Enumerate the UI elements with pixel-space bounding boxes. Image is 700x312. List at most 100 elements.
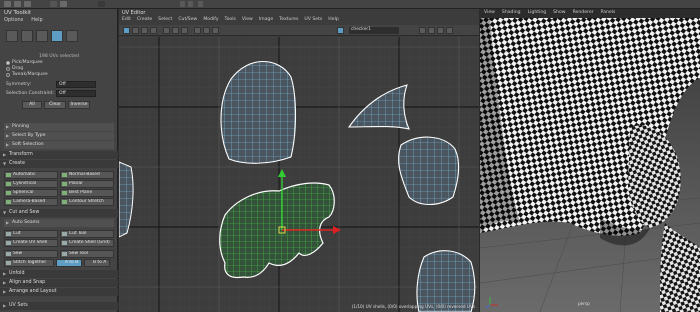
texture-toggle-icon[interactable] bbox=[337, 27, 344, 34]
menu-modify[interactable]: Modify bbox=[203, 17, 218, 22]
toolbar-icon[interactable] bbox=[437, 27, 444, 34]
b-to-a-button[interactable]: B to A bbox=[84, 259, 110, 267]
toolbar-icon[interactable] bbox=[212, 27, 219, 34]
menu-shading[interactable]: Shading bbox=[502, 10, 521, 15]
toolbar-icon[interactable] bbox=[163, 27, 170, 34]
select-inverse-button[interactable]: Inverse bbox=[68, 101, 90, 109]
toolbar-icon[interactable] bbox=[4, 1, 11, 7]
uv-toolkit-panel: UV Toolkit Options Help 198 UVs selected… bbox=[0, 9, 118, 312]
menu-textures[interactable]: Textures bbox=[279, 17, 298, 22]
tweak-marquee-radio[interactable]: Tweak/Marquee bbox=[6, 72, 48, 77]
toolbar-icon[interactable] bbox=[98, 1, 105, 7]
drag-radio[interactable]: Drag bbox=[6, 66, 23, 71]
transform-section[interactable]: ▶ Transform bbox=[0, 151, 118, 159]
menu-options[interactable]: Options bbox=[4, 17, 23, 23]
sew-button[interactable]: Sew bbox=[4, 250, 58, 258]
toolbar-icon[interactable] bbox=[194, 27, 201, 34]
toolbar-icon[interactable] bbox=[446, 27, 453, 34]
constraint-label: Selection Constraint: bbox=[6, 91, 54, 96]
toolbar-icon[interactable] bbox=[181, 27, 188, 34]
toolbar-icon[interactable] bbox=[180, 1, 185, 7]
face-mode-icon[interactable] bbox=[36, 30, 48, 42]
panel-title: UV Toolkit bbox=[4, 10, 32, 16]
select-by-type-subsection[interactable]: ▶ Select By Type bbox=[4, 132, 114, 140]
menu-view[interactable]: View bbox=[484, 10, 495, 15]
automatic-button[interactable]: Automatic bbox=[4, 171, 58, 179]
toolbar-icon[interactable] bbox=[203, 27, 210, 34]
arrange-and-layout-section[interactable]: ▶ Arrange and Layout bbox=[0, 288, 118, 296]
select-clear-button[interactable]: Clear bbox=[44, 101, 66, 109]
toolbar-icon[interactable] bbox=[141, 27, 148, 34]
viewport-svg[interactable] bbox=[480, 18, 700, 312]
menu-create[interactable]: Create bbox=[137, 17, 152, 22]
symmetry-dropdown[interactable]: Off bbox=[56, 81, 96, 88]
create-shell-grid-button[interactable]: Create Shell (Grid) bbox=[60, 239, 114, 247]
auto-seams-subsection[interactable]: ▶ Auto Seams bbox=[4, 219, 114, 227]
cylindrical-button[interactable]: Cylindrical bbox=[4, 180, 58, 188]
uv-shell[interactable] bbox=[220, 60, 297, 164]
create-section[interactable]: ▼ Create bbox=[0, 160, 118, 168]
toolbar-icon[interactable] bbox=[428, 27, 435, 34]
uv-mode-icon[interactable] bbox=[51, 30, 63, 42]
toolbar-icon[interactable] bbox=[50, 1, 57, 7]
toolbar-icon[interactable] bbox=[60, 1, 67, 7]
toolbar-icon[interactable] bbox=[198, 1, 203, 7]
toolbar-icon[interactable] bbox=[24, 1, 31, 7]
viewport-canvas[interactable]: persp bbox=[480, 18, 700, 312]
pick-marquee-radio[interactable]: Pick/Marquee bbox=[6, 60, 43, 65]
menu-panels[interactable]: Panels bbox=[601, 10, 616, 15]
menu-tools[interactable]: Tools bbox=[225, 17, 236, 22]
cut-and-sew-section[interactable]: ▼ Cut and Sew bbox=[0, 209, 118, 217]
soft-selection-subsection[interactable]: ▶ Soft Selection bbox=[4, 141, 114, 149]
menu-show[interactable]: Show bbox=[553, 10, 565, 15]
toolbar-icon[interactable] bbox=[123, 27, 130, 34]
uv-selected-count: 198 UVs selected bbox=[39, 54, 79, 59]
toolbar-icon[interactable] bbox=[188, 1, 193, 7]
toolbar-icon[interactable] bbox=[419, 27, 426, 34]
uv-editor-title: UV Editor bbox=[122, 10, 146, 16]
uv-editor-menubar: Edit Create Select Cut/Sew Modify Tools … bbox=[122, 17, 339, 22]
menu-help[interactable]: Help bbox=[328, 17, 338, 22]
toolbar-icon[interactable] bbox=[14, 1, 21, 7]
menu-edit[interactable]: Edit bbox=[122, 17, 131, 22]
menu-select[interactable]: Select bbox=[158, 17, 172, 22]
align-and-snap-section[interactable]: ▶ Align and Snap bbox=[0, 279, 118, 287]
planar-button[interactable]: Planar bbox=[60, 180, 114, 188]
menu-uv-sets[interactable]: UV Sets bbox=[304, 17, 322, 22]
unfold-section[interactable]: ▶ Unfold bbox=[0, 270, 118, 278]
camera-based-button[interactable]: Camera-Based bbox=[4, 198, 58, 206]
select-all-button[interactable]: All bbox=[22, 101, 42, 109]
menu-renderer[interactable]: Renderer bbox=[573, 10, 594, 15]
stitch-together-button[interactable]: Stitch Together bbox=[4, 259, 54, 267]
uv-sets-section[interactable]: ▶ UV Sets bbox=[0, 302, 118, 310]
toolbar-icon[interactable] bbox=[150, 27, 157, 34]
create-uv-shell-button[interactable]: Create UV Shell bbox=[4, 239, 58, 247]
spherical-button[interactable]: Spherical bbox=[4, 189, 58, 197]
toolbar-icon[interactable] bbox=[132, 27, 139, 34]
uv-shell-mode-icon[interactable] bbox=[66, 30, 78, 42]
menu-cut-sew[interactable]: Cut/Sew bbox=[178, 17, 197, 22]
best-plane-button[interactable]: Best Plane bbox=[60, 189, 114, 197]
edge-mode-icon[interactable] bbox=[21, 30, 33, 42]
vertex-mode-icon[interactable] bbox=[6, 30, 18, 42]
normal-based-button[interactable]: Normal-Based bbox=[60, 171, 114, 179]
cut-button[interactable]: Cut bbox=[4, 230, 58, 238]
constraint-dropdown[interactable]: Off bbox=[56, 90, 96, 97]
cut-tool-button[interactable]: Cut Tool bbox=[60, 230, 114, 238]
toolbar-icon[interactable] bbox=[172, 27, 179, 34]
menu-image[interactable]: Image bbox=[259, 17, 273, 22]
contour-stretch-button[interactable]: Contour Stretch bbox=[60, 198, 114, 206]
uv-shell[interactable] bbox=[416, 250, 476, 312]
menu-help[interactable]: Help bbox=[31, 17, 42, 23]
menu-view[interactable]: View bbox=[242, 17, 253, 22]
menu-lighting[interactable]: Lighting bbox=[528, 10, 547, 15]
uv-canvas-svg[interactable] bbox=[119, 37, 479, 312]
pinning-subsection[interactable]: ▶ Pinning bbox=[4, 123, 114, 131]
symmetry-label: Symmetry: bbox=[6, 82, 32, 87]
uv-canvas[interactable]: (1/10) UV shells, (0/0) overlapping UVs,… bbox=[119, 37, 479, 312]
sew-tool-button[interactable]: Sew Tool bbox=[60, 250, 114, 258]
uv-editor-panel: UV Editor Edit Create Select Cut/Sew Mod… bbox=[119, 9, 479, 312]
texture-dropdown[interactable]: checker1 bbox=[349, 27, 399, 34]
uv-shell[interactable] bbox=[398, 136, 460, 206]
a-to-b-button[interactable]: A to B bbox=[56, 259, 82, 267]
